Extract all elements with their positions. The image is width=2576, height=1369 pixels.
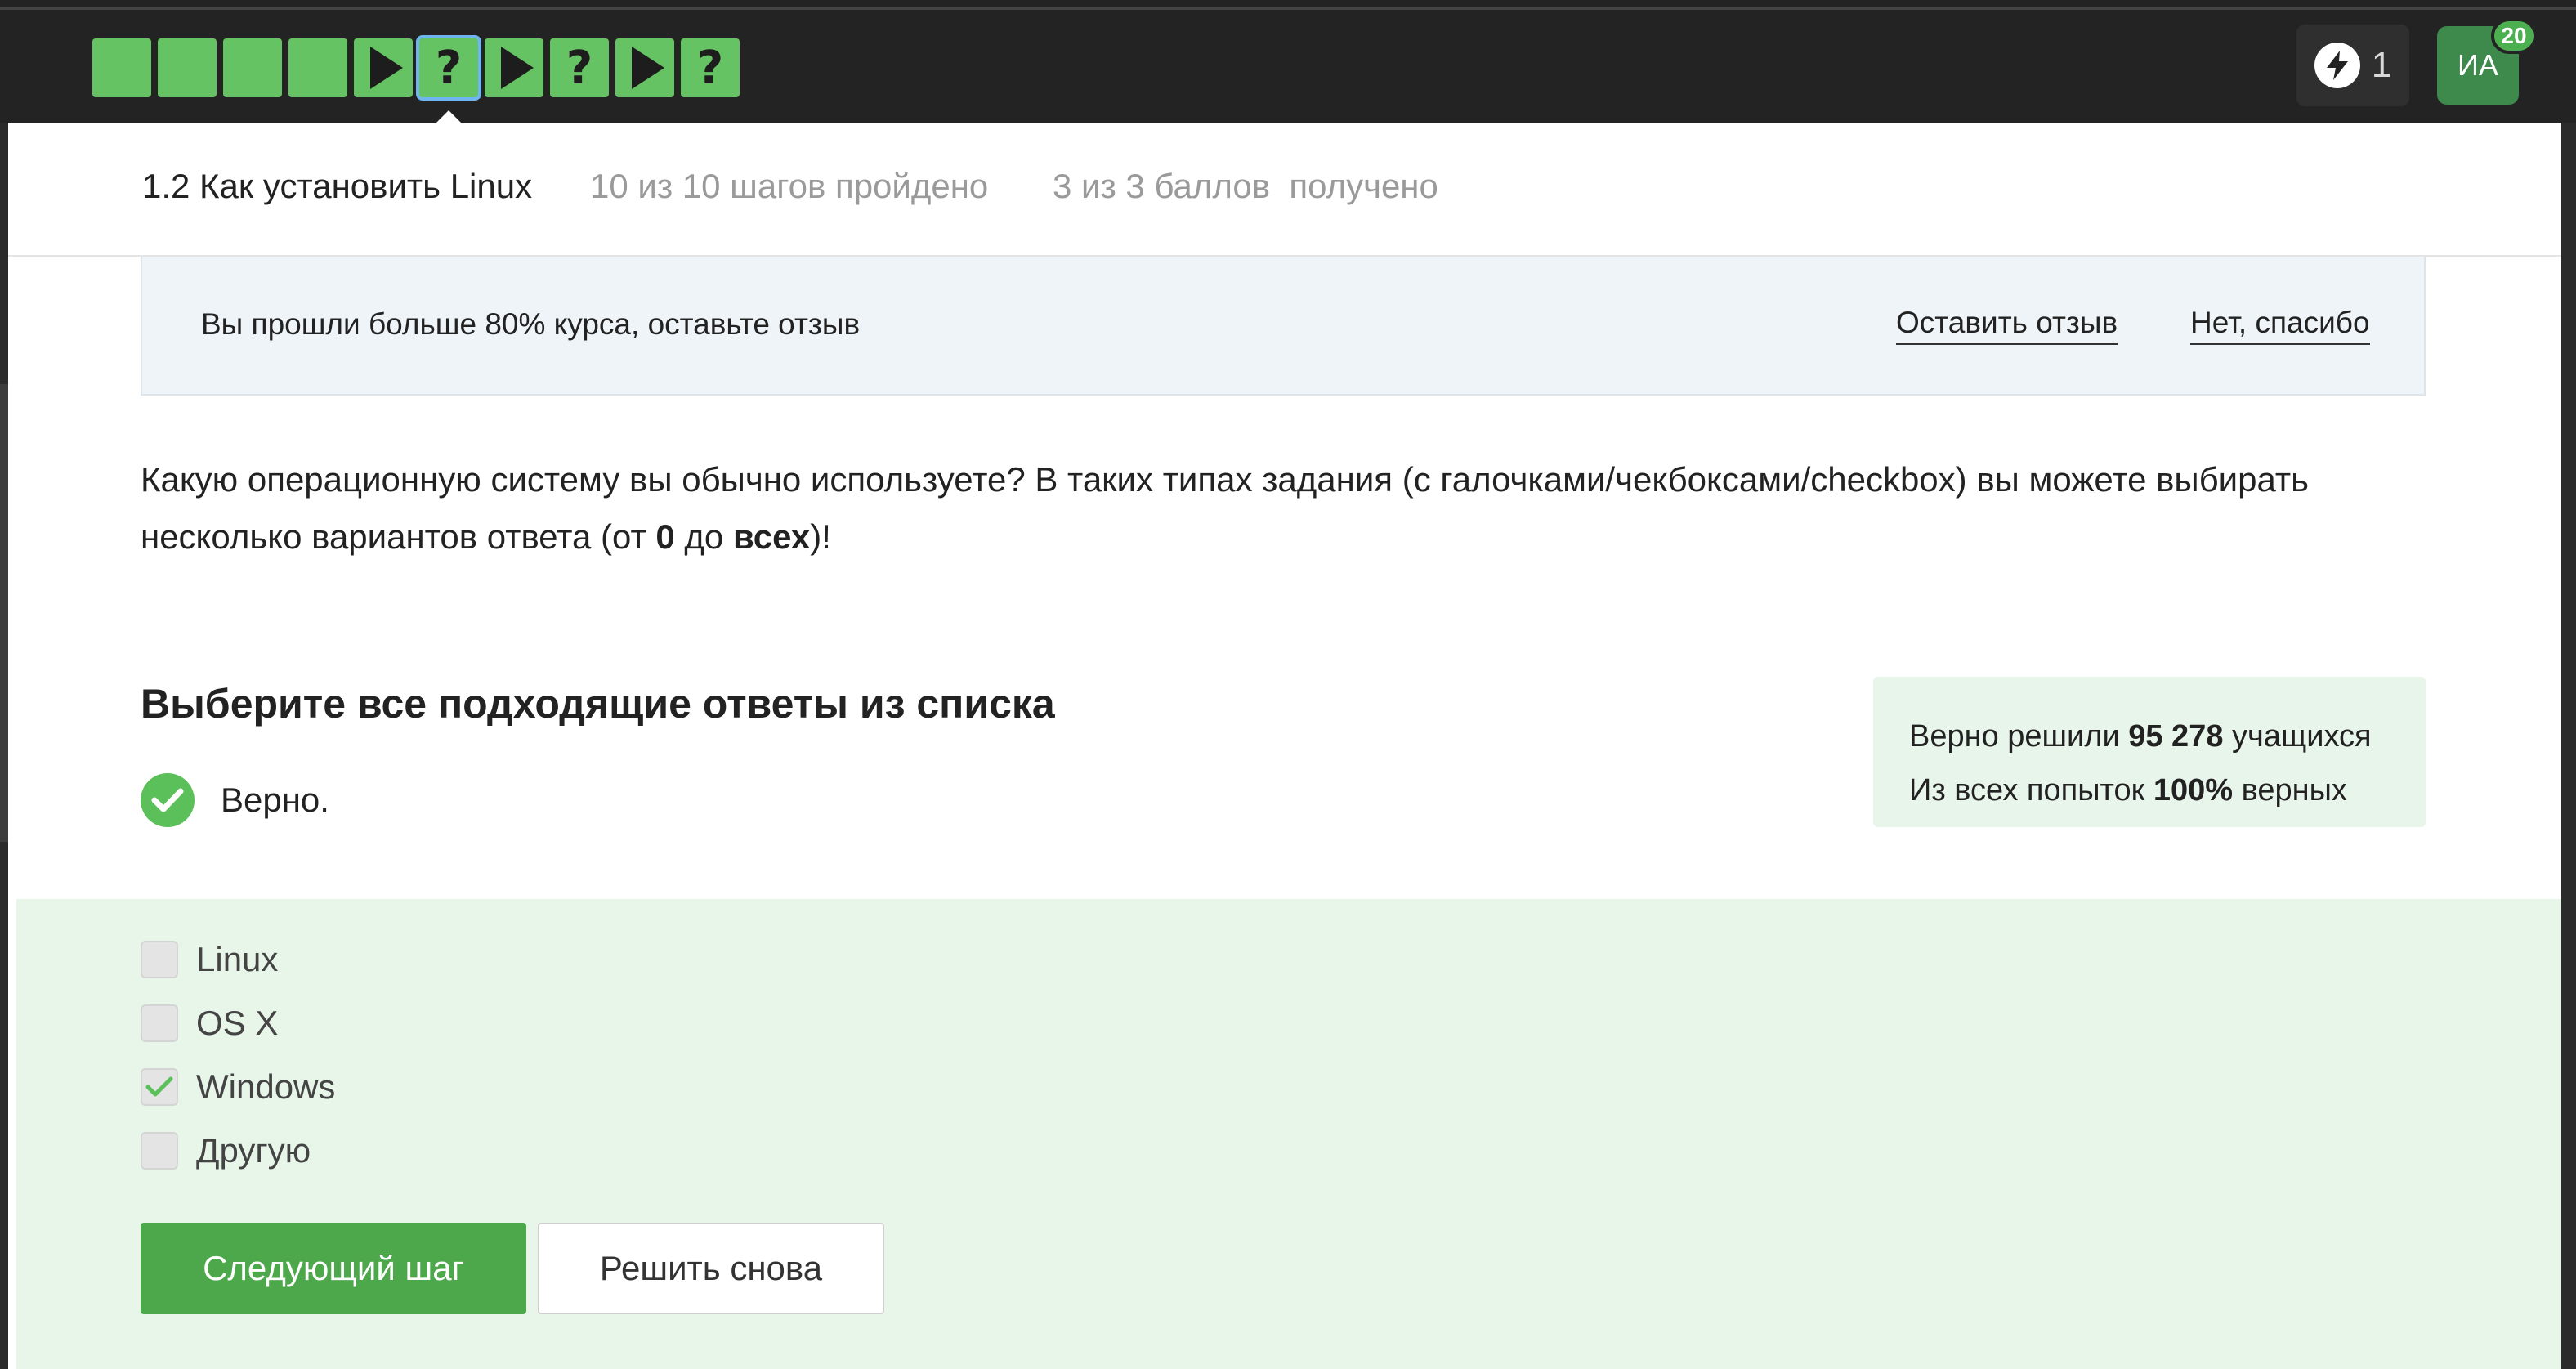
no-thanks-link[interactable]: Нет, спасибо [2190,306,2370,345]
checkbox-osx[interactable] [141,1004,178,1042]
question-icon: ? [566,41,593,95]
checkbox-other[interactable] [141,1132,178,1170]
play-icon [370,47,403,89]
question-end: )! [810,517,831,556]
question-icon: ? [696,41,724,95]
option-other[interactable]: Другую [141,1131,311,1170]
verdict: Верно. [141,773,329,827]
solve-again-button[interactable]: Решить снова [538,1223,884,1314]
checkmark-icon [145,1076,173,1097]
play-icon [632,47,664,89]
lesson-header: 1.2 Как установить Linux 10 из 10 шагов … [8,123,2561,257]
energy-counter[interactable]: 1 [2296,25,2409,106]
verdict-text: Верно. [221,781,329,819]
step-8-quiz[interactable]: ? [550,38,609,97]
quiz-title: Выберите все подходящие ответы из списка [141,681,1055,727]
option-label: Windows [196,1067,336,1106]
top-navigation-bar: ? ? ? 1 ИА 20 [0,0,2576,123]
answers-area: Linux OS X Windows Другую Следующий шаг … [16,899,2561,1369]
next-step-button[interactable]: Следующий шаг [141,1223,526,1314]
stats-solved-value: 95 278 [2128,719,2224,754]
question-icon: ? [435,41,463,95]
option-label: Linux [196,940,279,978]
option-osx[interactable]: OS X [141,1004,278,1043]
avatar-initials: ИА [2457,48,2498,82]
question-all: всех [732,517,811,556]
score-progress: 3 из 3 баллов получено [1053,167,1438,205]
lightning-icon [2314,43,2360,88]
checkbox-linux[interactable] [141,941,178,978]
step-3-done[interactable] [223,38,282,97]
review-banner-text: Вы прошли больше 80% курса, оставьте отз… [201,307,861,341]
question-text: Какую операционную систему вы обычно исп… [141,451,2396,566]
option-linux[interactable]: Linux [141,940,278,979]
notification-badge: 20 [2491,18,2537,54]
option-label: OS X [196,1004,279,1042]
step-2-done[interactable] [158,38,217,97]
lesson-steps-bar: ? ? ? [92,38,740,97]
question-body: Какую операционную систему вы обычно исп… [141,460,2310,556]
stats-solved-suffix: учащихся [2223,719,2372,754]
option-label: Другую [196,1131,311,1170]
question-middle: до [674,517,733,556]
step-9-video[interactable] [615,38,674,97]
energy-count: 1 [2371,45,2392,85]
stats-attempts-value: 100% [2153,773,2234,808]
right-frame-edge [2561,123,2576,1369]
leave-review-link[interactable]: Оставить отзыв [1896,306,2118,345]
stats-attempts-suffix: верных [2233,773,2347,808]
question-zero: 0 [655,517,675,556]
step-4-done[interactable] [288,38,347,97]
left-frame-scroll-mark [0,384,8,842]
review-banner: Вы прошли больше 80% курса, оставьте отз… [141,257,2426,396]
option-windows[interactable]: Windows [141,1067,335,1107]
topbar-divider [0,7,2576,10]
step-10-quiz[interactable]: ? [681,38,740,97]
solve-stats-box: Верно решили 95 278 учащихся Из всех поп… [1873,677,2426,827]
checkbox-windows[interactable] [141,1068,178,1106]
stats-solved-prefix: Верно решили [1909,719,2129,754]
step-5-video[interactable] [354,38,413,97]
correct-check-icon [141,773,195,827]
stats-line-attempts: Из всех попыток 100% верных [1909,763,2390,817]
lesson-title[interactable]: 1.2 Как установить Linux [142,167,532,206]
stats-attempts-prefix: Из всех попыток [1909,773,2153,808]
steps-progress: 10 из 10 шагов пройдено [590,167,989,205]
play-icon [501,47,534,89]
stats-line-solved: Верно решили 95 278 учащихся [1909,709,2390,763]
step-7-video[interactable] [485,38,543,97]
step-6-quiz-current[interactable]: ? [419,38,478,97]
step-1-done[interactable] [92,38,151,97]
